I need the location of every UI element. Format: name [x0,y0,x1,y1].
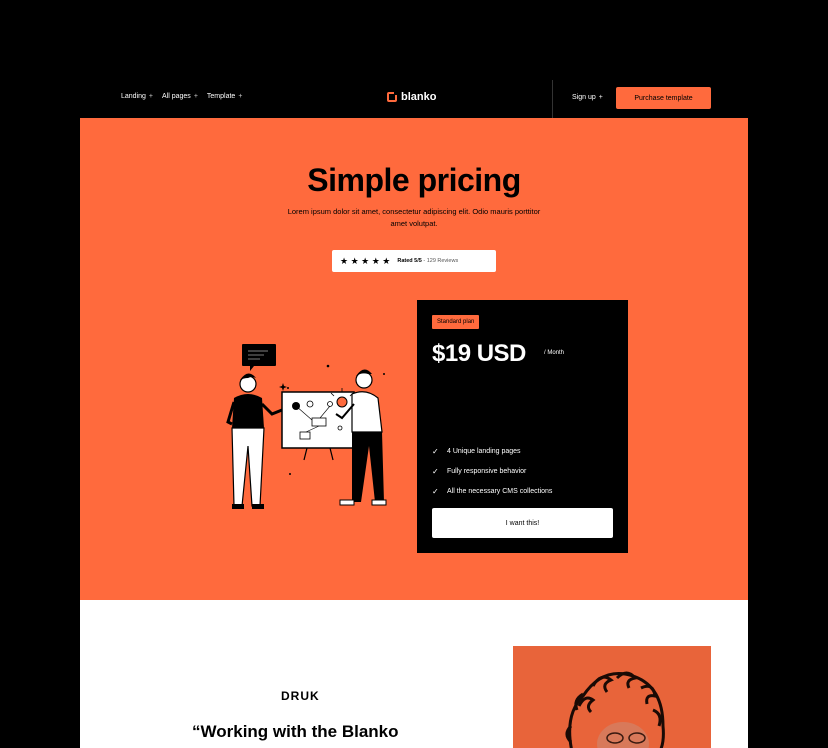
plus-icon: + [148,93,154,100]
left-person-icon [226,373,283,509]
top-nav: Landing + All pages + Template + blanko … [80,80,748,118]
check-icon: ✓ [432,486,439,496]
nav-link-all-pages[interactable]: All pages + [162,93,198,100]
plan-price: $19 USD [432,340,526,367]
sign-up-label: Sign up [572,94,596,101]
person-portrait-icon [513,646,711,748]
rating-score: Rated 5/5 [397,258,422,264]
pricing-hero: Simple pricing Lorem ipsum dolor sit ame… [80,118,748,600]
page-title: Simple pricing [307,162,521,198]
want-this-button[interactable]: I want this! [432,508,613,538]
quote-continuation [185,744,445,748]
rating-text: Rated 5/5 - 129 Reviews [397,258,458,264]
testimonial-portrait [513,646,711,748]
check-icon: ✓ [432,446,439,456]
nav-links: Landing + All pages + Template + [121,93,242,100]
feature-text: Fully responsive behavior [447,467,527,475]
nav-link-label: Landing [121,93,146,100]
client-logo: DRUK [281,689,320,703]
logo-mark-icon [387,91,398,102]
nav-divider [552,80,553,118]
plus-icon: + [598,94,603,101]
check-icon: ✓ [432,466,439,476]
nav-link-template[interactable]: Template + [207,93,243,100]
nav-link-landing[interactable]: Landing + [121,93,153,100]
team-whiteboard-illustration [226,344,387,509]
testimonial-section: DRUK “Working with the Blanko [80,600,748,748]
review-count: - 129 Reviews [421,258,459,264]
feature-item: ✓ 4 Unique landing pages [432,441,552,461]
price-period: / Month [544,350,565,356]
star-rating-icons: ★ ★ ★ ★ ★ [340,255,391,266]
logo-text: blanko [401,91,437,103]
pricing-card: Standard plan $19 USD / Month ✓ 4 Unique… [417,300,628,553]
feature-list: ✓ 4 Unique landing pages ✓ Fully respons… [432,441,552,501]
feature-item: ✓ All the necessary CMS collections [432,481,552,501]
hero-subtitle: Lorem ipsum dolor sit amet, consectetur … [287,207,541,228]
feature-text: All the necessary CMS collections [447,487,553,495]
testimonial-quote: “Working with the Blanko [192,722,399,741]
nav-link-label: Template [206,93,236,100]
plus-icon: + [193,93,198,100]
purchase-template-button[interactable]: Purchase template [616,87,711,109]
speech-bubble-icon [242,344,276,371]
rating-badge: ★ ★ ★ ★ ★ Rated 5/5 - 129 Reviews [332,250,496,272]
brand-logo[interactable]: blanko [387,91,436,103]
feature-text: 4 Unique landing pages [447,447,521,455]
nav-link-label: All pages [162,93,191,100]
plus-icon: + [238,93,243,100]
plan-badge: Standard plan [432,315,480,329]
feature-item: ✓ Fully responsive behavior [432,461,552,481]
sign-up-link[interactable]: Sign up + [572,94,603,101]
page-frame: Landing + All pages + Template + blanko … [80,80,748,748]
